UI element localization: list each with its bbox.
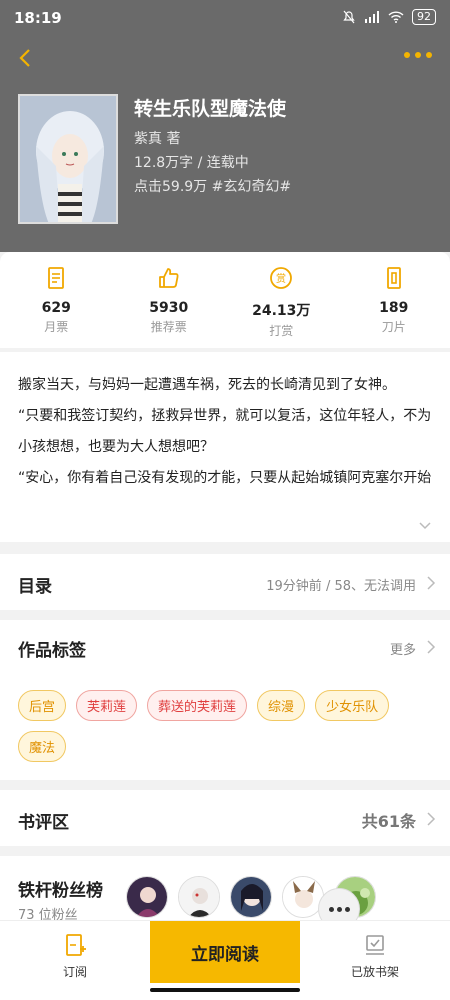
cover-illustration	[20, 96, 116, 222]
avatar[interactable]	[230, 876, 272, 918]
stat-value: 24.13万	[252, 303, 311, 319]
chevron-right-icon	[427, 576, 436, 590]
chevron-right-icon	[427, 812, 436, 826]
fans-title: 铁杆粉丝榜	[18, 881, 103, 901]
stat-reward[interactable]: 赏 24.13万 打赏	[225, 252, 338, 348]
stat-label: 月票	[44, 320, 69, 334]
reviews-count: 共61条	[361, 812, 416, 831]
fan-avatars	[126, 876, 376, 930]
svg-text:赏: 赏	[276, 273, 286, 285]
status-icons: 92	[342, 9, 436, 25]
book-author[interactable]: 紫真 著	[134, 128, 180, 148]
book-clicks-genre: 点击59.9万 #玄幻奇幻#	[134, 179, 292, 195]
reviews-row[interactable]: 书评区 共61条	[0, 790, 450, 846]
in-bookshelf-label: 已放书架	[350, 965, 399, 979]
catalog-latest: 19分钟前 / 58、无法调用	[266, 579, 416, 594]
book-word-count: 12.8万字 / 连载中	[134, 155, 249, 171]
back-arrow-icon[interactable]	[14, 46, 38, 70]
tag-chip[interactable]: 综漫	[257, 690, 306, 721]
stat-value: 629	[41, 300, 71, 316]
stat-value: 5930	[149, 300, 189, 316]
stat-label: 打赏	[269, 324, 294, 338]
subscribe-button[interactable]: 订阅	[35, 933, 115, 980]
catalog-row[interactable]: 目录 19分钟前 / 58、无法调用	[0, 554, 450, 610]
tag-chip[interactable]: 芙莉莲	[76, 690, 138, 721]
signal-icon	[365, 11, 379, 23]
battery-indicator: 92	[412, 9, 436, 25]
book-header: 转生乐队型魔法使 紫真 著 12.8万字 / 连载中 点击59.9万 #玄幻奇幻…	[0, 36, 450, 252]
tag-list: 后宫 芙莉莲 葬送的芙莉莲 综漫 少女乐队 魔法	[18, 690, 438, 762]
tag-chip[interactable]: 葬送的芙莉莲	[147, 690, 248, 721]
book-title: 转生乐队型魔法使	[134, 98, 287, 120]
subscribe-label: 订阅	[62, 965, 87, 979]
wifi-icon	[388, 11, 404, 23]
stat-blade[interactable]: 189 刀片	[338, 252, 450, 348]
chevron-down-icon[interactable]	[418, 518, 432, 532]
tag-chip[interactable]: 少女乐队	[315, 690, 390, 721]
chevron-right-icon	[427, 640, 436, 654]
blade-card-icon	[386, 267, 401, 289]
book-cover[interactable]	[18, 94, 118, 224]
stat-label: 推荐票	[150, 320, 187, 334]
bookshelf-check-icon	[366, 935, 384, 955]
stat-recommend[interactable]: 5930 推荐票	[113, 252, 226, 348]
tag-chip[interactable]: 后宫	[18, 690, 67, 721]
stat-label: 刀片	[381, 320, 406, 334]
avatar[interactable]	[178, 876, 220, 918]
thumbs-up-icon	[158, 268, 179, 288]
avatar[interactable]	[126, 876, 168, 918]
stat-value: 189	[379, 300, 409, 316]
tag-chip[interactable]: 魔法	[18, 731, 67, 762]
monthly-ticket-icon	[48, 267, 65, 289]
read-now-button[interactable]: 立即阅读	[150, 921, 300, 983]
stat-monthly-ticket[interactable]: 629 月票	[0, 252, 113, 348]
stats-panel: 629 月票 5930 推荐票 赏 24.13万 打赏 189 刀片	[0, 252, 450, 348]
more-options-button[interactable]	[404, 48, 434, 62]
in-bookshelf-button[interactable]: 已放书架	[335, 933, 415, 980]
book-intro[interactable]: 搬家当天，与妈妈一起遭遇车祸，死去的长崎清见到了女神。 “只要和我签订契约，拯救…	[0, 352, 450, 542]
intro-text: 搬家当天，与妈妈一起遭遇车祸，死去的长崎清见到了女神。 “只要和我签订契约，拯救…	[18, 377, 432, 486]
reviews-title: 书评区	[18, 813, 69, 833]
mute-icon	[343, 10, 355, 24]
reward-coin-icon: 赏	[270, 267, 293, 289]
tags-title: 作品标签	[18, 641, 86, 661]
status-bar: 18:19 92	[0, 0, 450, 36]
home-indicator	[150, 988, 300, 992]
tags-more-button[interactable]: 更多	[390, 639, 416, 658]
catalog-title: 目录	[18, 577, 52, 597]
subscribe-icon	[66, 934, 86, 956]
status-time: 18:19	[14, 9, 62, 27]
